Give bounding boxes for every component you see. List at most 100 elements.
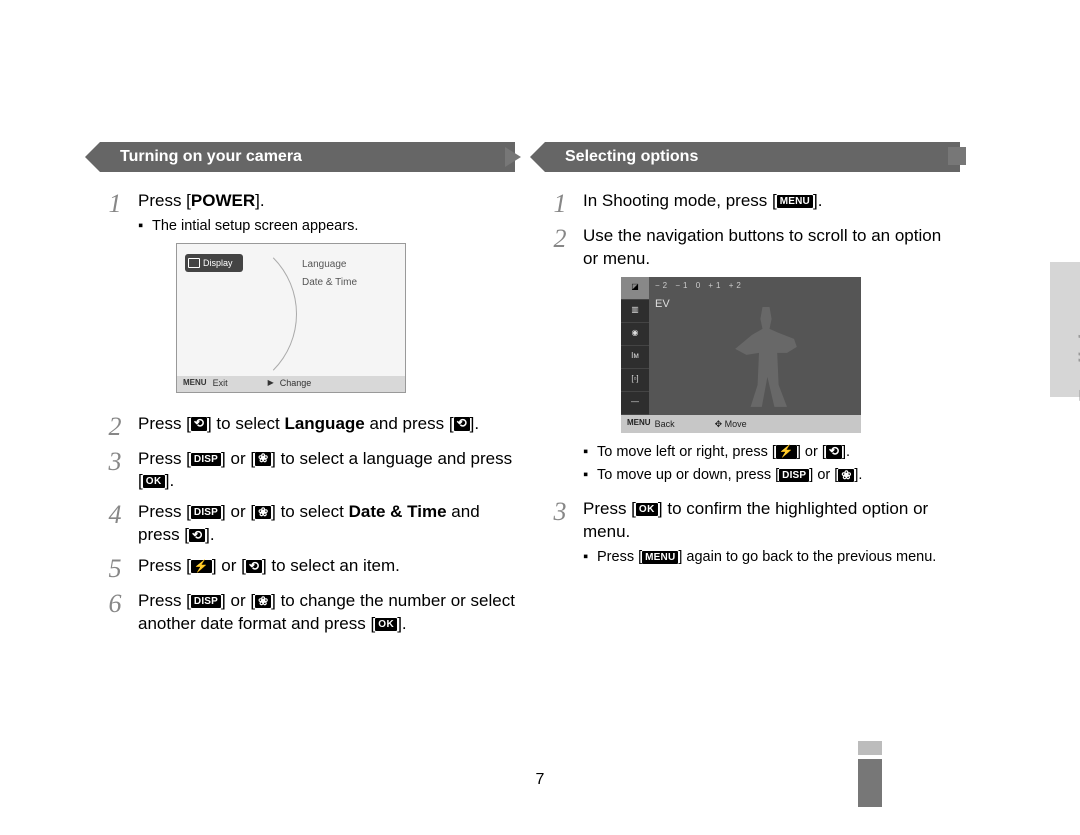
left-step-3: 3 Press [DISP] or [❀] to select a langua… xyxy=(100,448,515,494)
left-column: Turning on your camera 1 Press [POWER]. … xyxy=(100,142,515,644)
page-number: 7 xyxy=(0,771,1080,789)
step-body: Press [DISP] or [❀] to select a language… xyxy=(138,448,515,494)
stop-icon xyxy=(948,147,966,165)
timer-icon: ⟲ xyxy=(189,529,205,542)
flash-icon: ⚡ xyxy=(191,560,212,573)
lcd-option-language: Language xyxy=(302,256,357,274)
step-body: Press [⟲] to select Language and press [… xyxy=(138,413,515,440)
lcd-footer-exit: Exit xyxy=(213,377,228,389)
text: ]. xyxy=(255,191,264,210)
step-number: 1 xyxy=(545,190,575,217)
step-number: 3 xyxy=(100,448,130,494)
lcd-side-icon: ▥ xyxy=(621,300,649,323)
ok-icon: OK xyxy=(375,618,397,631)
disp-icon: DISP xyxy=(191,506,221,519)
lcd-side-icon: [▫] xyxy=(621,369,649,392)
lcd-footer-back: Back xyxy=(655,418,675,430)
text: ]. xyxy=(470,414,479,433)
step-body: Press [OK] to confirm the highlighted op… xyxy=(583,498,960,571)
text: Press [ xyxy=(138,556,191,575)
left-step-5: 5 Press [⚡] or [⟲] to select an item. xyxy=(100,555,515,582)
text: ] or [ xyxy=(221,591,255,610)
sub-text: Press [MENU] again to go back to the pre… xyxy=(597,548,960,568)
side-tab-highlight xyxy=(1050,262,1080,397)
sub-bullet: ▪ To move left or right, press [⚡] or [⟲… xyxy=(583,443,960,463)
text: ] or [ xyxy=(809,467,838,483)
text: ] or [ xyxy=(212,556,246,575)
sub-text: To move up or down, press [DISP] or [❀]. xyxy=(597,466,960,486)
bold-text: POWER xyxy=(191,191,255,210)
text: Press [ xyxy=(138,191,191,210)
lcd-footer-change: Change xyxy=(280,377,312,389)
flower-icon: ❀ xyxy=(255,595,271,608)
lcd-person-silhouette xyxy=(731,307,801,407)
text: Press [ xyxy=(597,549,642,565)
right-step-3: 3 Press [OK] to confirm the highlighted … xyxy=(545,498,960,571)
lcd-display-tab: Display xyxy=(185,254,243,272)
text: Press [ xyxy=(138,414,191,433)
flower-icon: ❀ xyxy=(255,452,271,465)
bullet-icon: ▪ xyxy=(583,443,593,463)
text: Press [ xyxy=(138,591,191,610)
lcd-ev-label: EV xyxy=(655,297,670,312)
text: ]. xyxy=(854,467,862,483)
left-step-1: 1 Press [POWER]. ▪ The intial setup scre… xyxy=(100,190,515,405)
ok-icon: OK xyxy=(636,503,658,516)
flower-icon: ❀ xyxy=(838,469,854,482)
step-body: Press [DISP] or [❀] to change the number… xyxy=(138,590,515,636)
bold-text: Date & Time xyxy=(349,502,447,521)
lcd-setup-screen: Display Language Date & Time MENU Exit ▶… xyxy=(176,243,406,393)
step-body: Use the navigation buttons to scroll to … xyxy=(583,225,960,490)
text: In Shooting mode, press [ xyxy=(583,191,777,210)
text: ] to select an item. xyxy=(262,556,400,575)
step-body: Press [⚡] or [⟲] to select an item. xyxy=(138,555,515,582)
disp-icon: DISP xyxy=(191,453,221,466)
text: To move left or right, press [ xyxy=(597,444,776,460)
play-icon xyxy=(505,147,521,167)
text: Press [ xyxy=(138,502,191,521)
text: ]. xyxy=(397,614,406,633)
left-heading: Turning on your camera xyxy=(100,142,515,172)
left-step-2: 2 Press [⟲] to select Language and press… xyxy=(100,413,515,440)
step-number: 1 xyxy=(100,190,130,405)
language-side-tab: English xyxy=(1050,262,1080,462)
timer-icon: ⟲ xyxy=(191,417,207,430)
step-body: Press [POWER]. ▪ The intial setup screen… xyxy=(138,190,515,405)
bold-text: Language xyxy=(284,414,364,433)
step-number: 5 xyxy=(100,555,130,582)
text: ] to select xyxy=(207,414,284,433)
timer-icon: ⟲ xyxy=(246,560,262,573)
text: ]. xyxy=(813,191,822,210)
lcd-footer: MENU Back Move xyxy=(621,415,861,433)
text: Press [ xyxy=(583,499,636,518)
page: English Turning on your camera 1 Press [… xyxy=(0,0,1080,835)
step-number: 4 xyxy=(100,501,130,547)
text: and press [ xyxy=(365,414,454,433)
step-number: 2 xyxy=(545,225,575,490)
text: Press [ xyxy=(138,449,191,468)
flower-icon: ❀ xyxy=(255,506,271,519)
text: ] to select xyxy=(271,502,348,521)
bullet-icon: ▪ xyxy=(583,466,593,486)
left-step-6: 6 Press [DISP] or [❀] to change the numb… xyxy=(100,590,515,636)
sub-text: The intial setup screen appears. xyxy=(152,217,515,237)
text: Use the navigation buttons to scroll to … xyxy=(583,226,941,268)
right-step-2: 2 Use the navigation buttons to scroll t… xyxy=(545,225,960,490)
text: ]. xyxy=(165,471,174,490)
lcd-ev-scale: −2 −1 0 +1 +2 xyxy=(655,281,744,292)
flash-icon: ⚡ xyxy=(776,445,797,458)
right-heading: Selecting options xyxy=(545,142,960,172)
lcd-side-icons: ◪ ▥ ◉ Iм [▫] — xyxy=(621,277,649,415)
bullet-icon: ▪ xyxy=(138,217,148,237)
bullet-icon: ▪ xyxy=(583,548,593,568)
text: ] or [ xyxy=(221,502,255,521)
text: ] or [ xyxy=(797,444,826,460)
disp-icon: DISP xyxy=(779,469,809,482)
timer-icon: ⟲ xyxy=(454,417,470,430)
lcd-side-icon: — xyxy=(621,392,649,415)
step-body: In Shooting mode, press [MENU]. xyxy=(583,190,960,217)
menu-icon: MENU xyxy=(777,195,813,208)
menu-icon: MENU xyxy=(642,551,678,564)
content-area: Turning on your camera 1 Press [POWER]. … xyxy=(100,142,960,644)
right-column: Selecting options 1 In Shooting mode, pr… xyxy=(545,142,960,579)
